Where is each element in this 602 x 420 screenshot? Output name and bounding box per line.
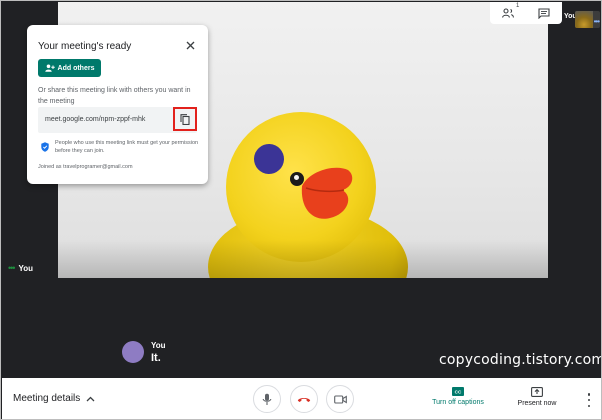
caption-avatar (122, 341, 144, 363)
meeting-stage: 1 You ••• ••• You You It. copycoding.tis… (2, 2, 602, 378)
turn-off-captions-button[interactable]: CC Turn off captions (425, 387, 491, 406)
shield-icon (41, 142, 49, 152)
add-others-label: Add others (57, 64, 95, 72)
captions-icon: CC (452, 387, 464, 396)
meeting-ready-dialog: Your meeting's ready Add others Or share… (27, 25, 208, 184)
caption-text: It. (151, 352, 161, 364)
top-controls (490, 2, 562, 24)
people-icon[interactable] (498, 3, 518, 23)
self-view-tile[interactable]: ••• (575, 11, 600, 28)
audio-indicator-icon: ••• (593, 17, 600, 26)
hang-up-icon (297, 397, 311, 402)
camera-icon (333, 394, 347, 404)
add-others-button[interactable]: Add others (38, 59, 101, 77)
participant-label: ••• You (8, 263, 33, 274)
self-view-thumbnail (575, 11, 593, 28)
duck-beak (301, 167, 353, 219)
video-shadow (58, 240, 548, 278)
more-options-icon[interactable] (585, 393, 593, 407)
participant-name: You (18, 264, 33, 273)
chat-icon[interactable] (534, 3, 554, 23)
meet-window: 1 You ••• ••• You You It. copycoding.tis… (0, 0, 602, 420)
microphone-icon (262, 393, 272, 405)
copy-icon (180, 113, 190, 125)
present-icon (531, 387, 543, 397)
copy-link-button[interactable] (173, 107, 197, 131)
meeting-details-label: Meeting details (13, 393, 81, 404)
camera-button[interactable] (326, 385, 354, 413)
caption-speaker: You (151, 341, 166, 350)
bottom-toolbar: Meeting details CC Turn off captions Pre… (2, 378, 601, 419)
meeting-details-button[interactable]: Meeting details (13, 393, 95, 404)
dialog-title: Your meeting's ready (38, 41, 132, 52)
microphone-button[interactable] (253, 385, 281, 413)
present-now-button[interactable]: Present now (512, 387, 562, 407)
share-instructions: Or share this meeting link with others y… (38, 87, 191, 105)
duck-eye-glint (294, 175, 299, 180)
svg-text:CC: CC (455, 389, 462, 394)
captions-label: Turn off captions (432, 399, 484, 406)
add-person-icon (44, 64, 55, 72)
hang-up-button[interactable] (290, 385, 318, 413)
close-icon[interactable] (183, 38, 197, 52)
audio-indicator-icon: ••• (8, 263, 16, 273)
present-now-label: Present now (517, 400, 557, 407)
chevron-up-icon (86, 396, 95, 401)
people-count: 1 (516, 3, 520, 9)
meeting-link[interactable]: meet.google.com/npm-zppf-mhk (45, 116, 145, 123)
joined-as-text: Joined as travelprogramer@gmail.com (38, 164, 133, 170)
permission-notice: People who use this meeting link must ge… (55, 140, 199, 154)
watermark-text: copycoding.tistory.com (439, 352, 602, 368)
